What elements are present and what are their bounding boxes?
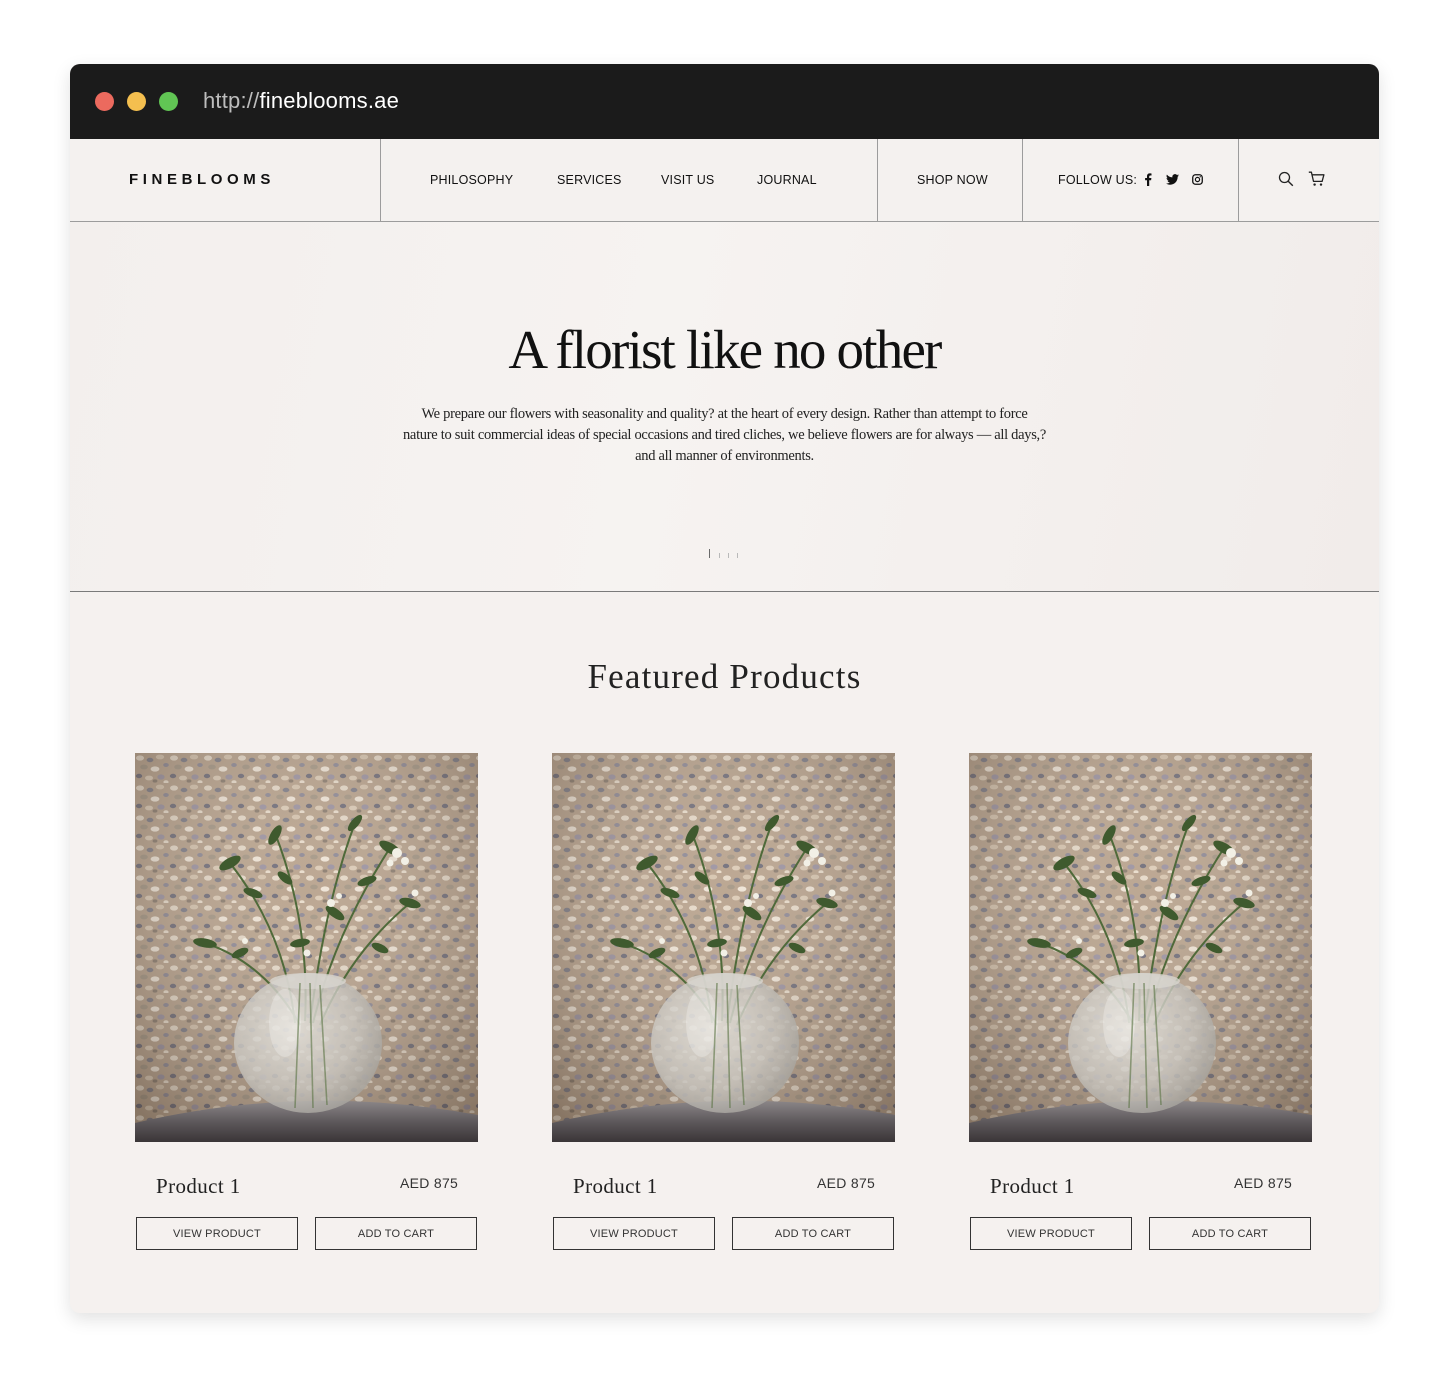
- browser-titlebar: http://fineblooms.ae: [70, 64, 1379, 139]
- product-name[interactable]: Product 1: [990, 1174, 1075, 1199]
- close-window-button[interactable]: [95, 92, 114, 111]
- add-to-cart-button[interactable]: ADD TO CART: [315, 1217, 477, 1250]
- site-header: FINEBLOOMS PHILOSOPHY SERVICES VISIT US …: [70, 139, 1379, 222]
- address-bar[interactable]: http://fineblooms.ae: [203, 88, 399, 114]
- facebook-icon[interactable]: [1141, 172, 1155, 186]
- featured-products-heading: Featured Products: [587, 657, 862, 696]
- hero-title: A florist like no other: [508, 319, 942, 380]
- nav-link-services[interactable]: SERVICES: [557, 173, 622, 187]
- nav-link-journal[interactable]: JOURNAL: [757, 173, 817, 187]
- slide-indicator-active[interactable]: [709, 549, 710, 558]
- product-price: AED 875: [817, 1175, 876, 1191]
- nav-divider: [1022, 139, 1023, 221]
- browser-window: http://fineblooms.ae FINEBLOOMS PHILOSOP…: [70, 64, 1379, 1313]
- minimize-window-button[interactable]: [127, 92, 146, 111]
- url-protocol: http://: [203, 88, 260, 113]
- view-product-button[interactable]: VIEW PRODUCT: [136, 1217, 298, 1250]
- view-product-button[interactable]: VIEW PRODUCT: [970, 1217, 1132, 1250]
- twitter-icon[interactable]: [1165, 172, 1179, 186]
- instagram-icon[interactable]: [1190, 172, 1204, 186]
- product-image[interactable]: [552, 753, 895, 1142]
- slide-indicator-dot[interactable]: [728, 553, 729, 558]
- hero-description-line: and all manner of environments.: [635, 448, 814, 464]
- nav-link-philosophy[interactable]: PHILOSOPHY: [430, 173, 513, 187]
- maximize-window-button[interactable]: [159, 92, 178, 111]
- nav-divider: [1238, 139, 1239, 221]
- url-host: fineblooms.ae: [259, 88, 400, 113]
- product-image[interactable]: [135, 753, 478, 1142]
- cart-icon[interactable]: [1308, 171, 1325, 187]
- product-price: AED 875: [400, 1175, 459, 1191]
- site-logo[interactable]: FINEBLOOMS: [129, 171, 275, 188]
- shop-now-link[interactable]: SHOP NOW: [917, 173, 988, 187]
- slide-indicator: [709, 548, 749, 558]
- view-product-button[interactable]: VIEW PRODUCT: [553, 1217, 715, 1250]
- nav-divider: [877, 139, 878, 221]
- add-to-cart-button[interactable]: ADD TO CART: [1149, 1217, 1311, 1250]
- nav-divider: [380, 139, 381, 221]
- slide-indicator-dot[interactable]: [737, 553, 738, 558]
- hero-section: A florist like no other We prepare our f…: [70, 222, 1379, 592]
- product-name[interactable]: Product 1: [156, 1174, 241, 1199]
- product-image[interactable]: [969, 753, 1312, 1142]
- product-name[interactable]: Product 1: [573, 1174, 658, 1199]
- search-icon[interactable]: [1278, 171, 1294, 187]
- hero-description: We prepare our flowers with seasonality …: [390, 404, 1059, 467]
- add-to-cart-button[interactable]: ADD TO CART: [732, 1217, 894, 1250]
- follow-us-label: FOLLOW US:: [1058, 173, 1138, 187]
- slide-indicator-dot[interactable]: [719, 553, 720, 558]
- hero-description-line: We prepare our flowers with seasonality …: [421, 406, 1028, 422]
- product-price: AED 875: [1234, 1175, 1293, 1191]
- hero-description-line: nature to suit commercial ideas of speci…: [402, 427, 1047, 443]
- nav-link-visit-us[interactable]: VISIT US: [661, 173, 714, 187]
